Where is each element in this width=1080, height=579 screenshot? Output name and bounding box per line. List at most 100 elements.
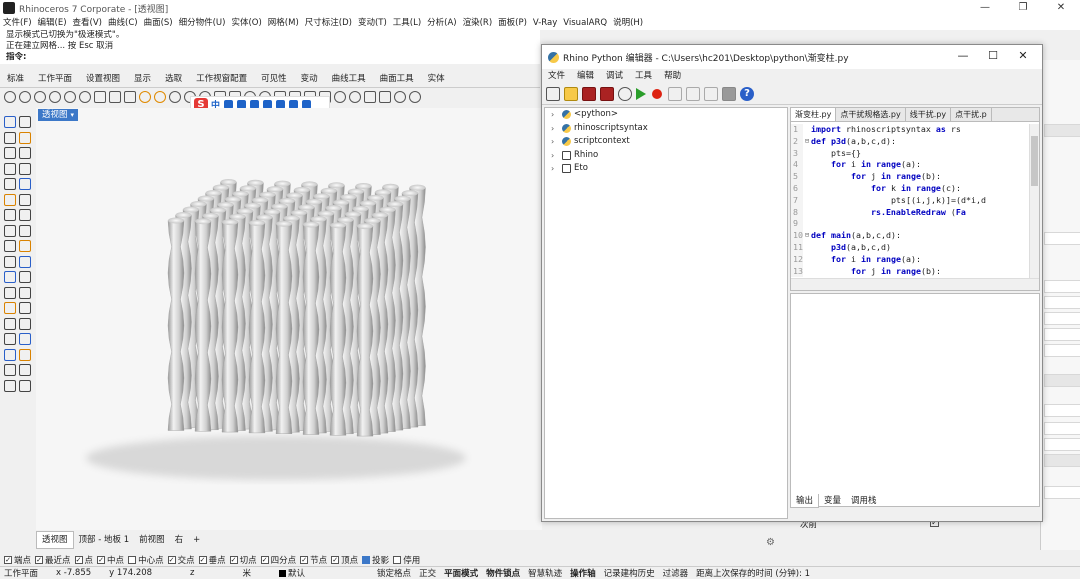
properties-row[interactable] bbox=[1044, 232, 1080, 245]
status-gumball[interactable]: 操作轴 bbox=[566, 567, 600, 579]
close-icon[interactable]: ✕ bbox=[1042, 0, 1080, 16]
fold-icon[interactable]: ⊟ bbox=[803, 136, 811, 148]
tool-icon[interactable] bbox=[4, 364, 16, 376]
tool-icon[interactable] bbox=[19, 333, 31, 345]
menu-item[interactable]: 查看(V) bbox=[70, 16, 105, 30]
perspective-viewport[interactable] bbox=[36, 108, 542, 530]
menu-item[interactable]: 细分物件(U) bbox=[176, 16, 229, 30]
osnap-最近点[interactable]: ✓ 最近点 bbox=[35, 554, 71, 566]
toolbar-tab[interactable]: 曲线工具 bbox=[325, 70, 373, 87]
menu-item[interactable]: 文件(F) bbox=[0, 16, 35, 30]
tool-icon[interactable] bbox=[19, 271, 31, 283]
maximize-icon[interactable]: ☐ bbox=[978, 49, 1008, 62]
status-grid-snap[interactable]: 锁定格点 bbox=[373, 567, 415, 579]
tool-icon[interactable] bbox=[4, 271, 16, 283]
editor-vertical-scrollbar[interactable] bbox=[1029, 124, 1039, 278]
tool-icon[interactable] bbox=[4, 255, 16, 268]
toolbar-tab[interactable]: 显示 bbox=[127, 70, 158, 87]
close-icon[interactable]: ✕ bbox=[1008, 49, 1038, 62]
copy-icon[interactable] bbox=[64, 91, 76, 103]
save-icon[interactable] bbox=[34, 91, 46, 103]
fold-icon[interactable] bbox=[803, 254, 811, 266]
code-line[interactable]: 4 for i in range(a): bbox=[791, 159, 1029, 172]
print-icon[interactable] bbox=[49, 91, 61, 103]
tool-icon[interactable] bbox=[4, 286, 16, 299]
editor-tab[interactable]: 线干扰.py bbox=[906, 108, 952, 121]
status-cplane[interactable]: 工作平面 bbox=[0, 567, 42, 579]
editor-menu-item[interactable]: 编辑 bbox=[571, 69, 600, 83]
tool-icon[interactable] bbox=[19, 240, 31, 252]
output-tab[interactable]: 输出 bbox=[790, 494, 820, 508]
stop-icon[interactable] bbox=[722, 86, 736, 101]
osnap-停用[interactable]: 停用 bbox=[393, 554, 420, 566]
menu-item[interactable]: 曲线(C) bbox=[105, 16, 141, 30]
code-editor[interactable]: 1 import rhinoscriptsyntax as rs 2 ⊟ def p3d… bbox=[791, 124, 1029, 278]
toolbar-tab[interactable]: 工作视窗配置 bbox=[189, 70, 254, 87]
run-icon[interactable] bbox=[636, 87, 646, 100]
osnap-顶点[interactable]: ✓ 顶点 bbox=[331, 554, 358, 566]
viewport-tab[interactable]: 顶部 - 地板 1 bbox=[74, 532, 135, 548]
tool-icon[interactable] bbox=[4, 379, 16, 392]
tool-icon[interactable] bbox=[4, 348, 16, 361]
expand-icon[interactable]: › bbox=[551, 122, 559, 136]
osnap-checkbox[interactable] bbox=[393, 555, 402, 564]
open-folder-icon[interactable] bbox=[564, 86, 578, 101]
viewport-title[interactable]: 透视图 ▾ bbox=[38, 109, 79, 121]
tool-icon[interactable] bbox=[4, 209, 16, 221]
osnap-投影[interactable]: 投影 bbox=[362, 554, 389, 566]
save-icon[interactable] bbox=[582, 86, 596, 101]
toolbar-tab[interactable]: 曲面工具 bbox=[373, 70, 421, 87]
menu-item[interactable]: VisualARQ bbox=[560, 16, 610, 30]
osnap-节点[interactable]: ✓ 节点 bbox=[300, 554, 327, 566]
python-editor-titlebar[interactable]: Rhino Python 编辑器 - C:\Users\hc201\Deskto… bbox=[542, 45, 1042, 69]
properties-row[interactable] bbox=[1044, 312, 1080, 325]
viewport-dropdown-icon[interactable]: ▾ bbox=[71, 111, 75, 119]
python-editor-window[interactable]: Rhino Python 编辑器 - C:\Users\hc201\Deskto… bbox=[541, 44, 1043, 522]
properties-icon[interactable] bbox=[364, 91, 376, 103]
tool-icon[interactable] bbox=[4, 224, 16, 237]
light-icon[interactable] bbox=[139, 91, 151, 103]
osnap-checkbox[interactable]: ✓ bbox=[35, 555, 44, 564]
status-filter[interactable]: 过滤器 bbox=[659, 567, 693, 579]
menu-item[interactable]: 说明(H) bbox=[610, 16, 646, 30]
properties-row[interactable] bbox=[1044, 438, 1080, 451]
viewport-tab[interactable]: 透视图 bbox=[36, 531, 74, 549]
help-icon[interactable]: ? bbox=[740, 86, 754, 101]
fold-icon[interactable] bbox=[803, 218, 811, 230]
viewport-tab[interactable]: 右 bbox=[170, 532, 189, 548]
tool-icon[interactable] bbox=[19, 162, 31, 175]
step-into-icon[interactable] bbox=[668, 86, 682, 101]
menu-item[interactable]: 渲染(R) bbox=[460, 16, 496, 30]
menu-item[interactable]: 工具(L) bbox=[390, 16, 424, 30]
breakpoint-icon[interactable] bbox=[652, 88, 662, 99]
editor-tab[interactable]: 点干扰.p bbox=[951, 108, 992, 121]
tool-icon[interactable] bbox=[4, 240, 16, 252]
tree-node[interactable]: › <python> bbox=[545, 108, 787, 122]
status-layer[interactable]: 默认 bbox=[275, 567, 309, 579]
properties-row[interactable] bbox=[1044, 486, 1080, 499]
properties-row[interactable] bbox=[1044, 422, 1080, 435]
minimize-icon[interactable]: — bbox=[966, 0, 1004, 16]
menu-item[interactable]: 曲面(S) bbox=[141, 16, 176, 30]
tree-node[interactable]: › rhinoscriptsyntax bbox=[545, 122, 787, 136]
toolbar-tab[interactable]: 工作平面 bbox=[31, 70, 79, 87]
new-file-icon[interactable] bbox=[546, 86, 560, 101]
expand-icon[interactable]: › bbox=[551, 149, 559, 163]
editor-horizontal-scrollbar[interactable] bbox=[791, 278, 1039, 290]
menu-item[interactable]: V-Ray bbox=[530, 16, 560, 30]
osnap-点[interactable]: ✓ 点 bbox=[74, 554, 93, 566]
minimize-icon[interactable]: — bbox=[948, 49, 978, 62]
osnap-checkbox[interactable]: ✓ bbox=[229, 555, 238, 564]
osnap-中点[interactable]: ✓ 中点 bbox=[97, 554, 124, 566]
osnap-交点[interactable]: ✓ 交点 bbox=[167, 554, 195, 566]
code-editor-pane[interactable]: 渐变柱.py 点干扰规格选.py 线干扰.py 点干扰.p 1 import rhino… bbox=[790, 107, 1040, 291]
editor-menu-item[interactable]: 文件 bbox=[542, 69, 571, 83]
code-line[interactable]: 10 ⊟ def main(a,b,c,d): bbox=[791, 230, 1029, 242]
viewport-tab[interactable]: 前视图 bbox=[134, 532, 170, 548]
osnap-checkbox[interactable]: ✓ bbox=[331, 555, 340, 564]
osnap-checkbox[interactable]: ✓ bbox=[74, 555, 83, 564]
toolbar-tab[interactable]: 标准 bbox=[0, 70, 31, 87]
step-over-icon[interactable] bbox=[686, 86, 700, 101]
editor-menu-item[interactable]: 工具 bbox=[629, 69, 658, 83]
osnap-中心点[interactable]: 中心点 bbox=[128, 554, 164, 566]
